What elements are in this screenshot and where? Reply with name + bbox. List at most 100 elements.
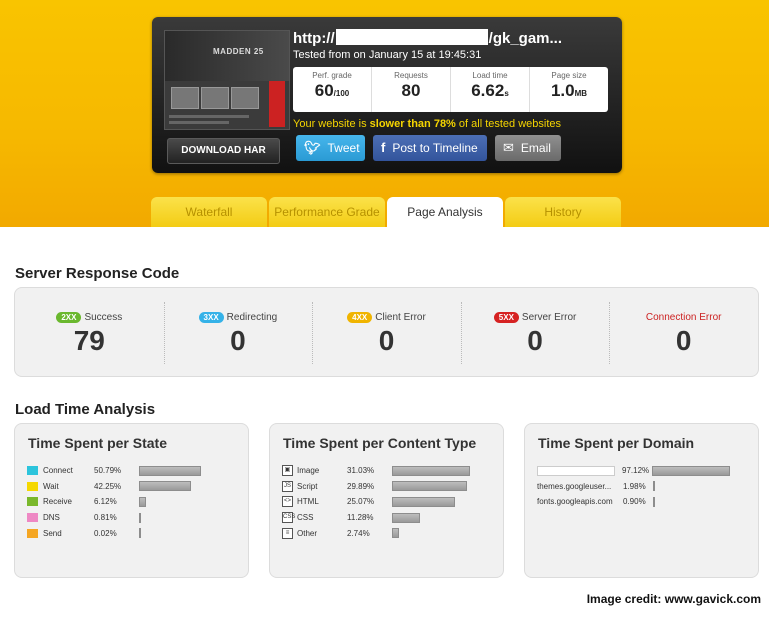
content-row: <> HTML 25.07% (282, 494, 495, 510)
content-percent: 31.03% (347, 466, 375, 476)
url-redaction (335, 29, 488, 45)
state-bar (139, 465, 202, 476)
post-to-timeline-button[interactable]: f Post to Timeline (373, 135, 487, 161)
code-success: 2XX Success 79 (15, 288, 164, 376)
image-credit: Image credit: www.gavick.com (586, 592, 761, 606)
state-name: Receive (43, 497, 72, 507)
state-swatch (27, 528, 38, 538)
tested-url: http:///gk_gam... (293, 29, 563, 47)
facebook-icon: f (381, 140, 386, 155)
test-result-box: MADDEN 25 DOWNLOAD HAR http:///gk_gam...… (152, 17, 622, 173)
email-button[interactable]: ✉ Email (495, 135, 561, 161)
content-name: HTML (297, 497, 319, 507)
time-per-domain-rows: 97.12% themes.googleuser... 1.98% fonts.goo… (537, 463, 750, 510)
state-bar (139, 528, 141, 539)
html-icon: <> (282, 496, 293, 508)
server-response-title: Server Response Code (15, 265, 180, 282)
domain-row: themes.googleuser... 1.98% (537, 479, 750, 495)
state-row: Send 0.02% (27, 525, 240, 541)
state-percent: 0.02% (94, 528, 117, 538)
content-name: CSS (297, 513, 314, 523)
state-row: Connect 50.79% (27, 463, 240, 479)
content-percent: 11.28% (347, 513, 374, 523)
content-row: CSS CSS 11.28% (282, 510, 495, 526)
domain-name: themes.googleuser... (537, 481, 612, 491)
report-header: MADDEN 25 DOWNLOAD HAR http:///gk_gam...… (0, 0, 769, 227)
time-per-content-panel: Time Spent per Content Type ▣ Image 31.03%… (269, 423, 504, 578)
code-client-error: 4XX Client Error 0 (312, 288, 461, 376)
state-name: DNS (43, 513, 60, 523)
domain-percent: 0.90% (623, 497, 646, 507)
domain-bar (652, 465, 730, 476)
content-bar (392, 528, 399, 539)
domain-percent: 1.98% (623, 481, 646, 491)
state-bar (139, 512, 141, 523)
email-icon: ✉ (503, 140, 514, 155)
content-name: Script (297, 481, 318, 491)
state-percent: 42.25% (94, 481, 122, 491)
metric-load-time: Load time 6.62s (451, 67, 530, 112)
tested-info: Tested from on January 15 at 19:45:31 (293, 49, 482, 61)
time-per-domain-title: Time Spent per Domain (538, 435, 695, 451)
domain-name: fonts.googleapis.com (537, 497, 613, 507)
state-name: Send (43, 528, 62, 538)
time-per-domain-panel: Time Spent per Domain 97.12% themes.googl… (524, 423, 759, 578)
state-row: DNS 0.81% (27, 510, 240, 526)
server-response-panel: 2XX Success 79 3XX Redirecting 0 4XX Client… (14, 287, 759, 377)
time-per-state-rows: Connect 50.79% Wait 42.25% Receive 6.12% DNS 0.… (27, 463, 240, 541)
tab-page-analysis[interactable]: Page Analysis (387, 197, 503, 227)
load-time-title: Load Time Analysis (15, 401, 156, 418)
state-bar (139, 496, 147, 507)
content-row: ▣ Image 31.03% (282, 463, 495, 479)
domain-bar (653, 481, 655, 492)
tab-performance-grade[interactable]: Performance Grade (269, 197, 385, 227)
domain-redaction (537, 465, 615, 476)
time-per-state-title: Time Spent per State (28, 435, 168, 451)
state-name: Connect (43, 466, 73, 476)
state-percent: 6.12% (94, 497, 117, 507)
content-row: ≡ Other 2.74% (282, 525, 495, 541)
state-swatch (27, 497, 38, 507)
css-icon: CSS (282, 512, 295, 524)
content-bar (392, 512, 421, 523)
status-badge: 5XX (493, 312, 519, 323)
domain-row: 97.12% (537, 463, 750, 479)
content-name: Other (297, 528, 318, 538)
metrics-summary: Perf. grade 60/100 Requests 80 Load time… (293, 67, 608, 112)
tab-waterfall[interactable]: Waterfall (151, 197, 267, 227)
code-server-error: 5XX Server Error 0 (460, 288, 610, 376)
time-per-state-panel: Time Spent per State Connect 50.79% Wait 42… (14, 423, 249, 578)
state-percent: 50.79% (94, 466, 122, 476)
status-badge: 4XX (347, 312, 373, 323)
content-percent: 25.07% (347, 497, 375, 507)
script-icon: JS (282, 480, 293, 492)
state-swatch (27, 466, 38, 476)
other-icon: ≡ (282, 527, 293, 539)
metric-page-size: Page size 1.0MB (550, 71, 588, 100)
download-har-button[interactable]: DOWNLOAD HAR (167, 138, 280, 164)
metric-requests: Requests 80 (372, 67, 451, 112)
state-row: Receive 6.12% (27, 494, 240, 510)
code-connection-error: Connection Error 0 (609, 288, 758, 376)
code-redirecting: 3XX Redirecting 0 (163, 288, 313, 376)
time-per-content-title: Time Spent per Content Type (283, 435, 477, 451)
tweet-button[interactable]: 🐦︎ Tweet (296, 135, 365, 161)
content-bar (392, 496, 455, 507)
status-badge: 2XX (56, 312, 82, 323)
state-percent: 0.81% (94, 513, 117, 523)
thumbnail-title: MADDEN 25 (213, 47, 264, 56)
twitter-icon: 🐦︎ (304, 140, 321, 155)
tab-history[interactable]: History (505, 197, 621, 227)
domain-row: fonts.googleapis.com 0.90% (537, 494, 750, 510)
domain-percent: 97.12% (622, 466, 650, 476)
state-row: Wait 42.25% (27, 479, 240, 495)
content-name: Image (297, 466, 320, 476)
content-percent: 29.89% (347, 481, 375, 491)
metric-perf-grade: Perf. grade 60/100 (293, 67, 372, 112)
image-icon: ▣ (282, 465, 293, 477)
state-swatch (27, 481, 38, 491)
time-per-content-rows: ▣ Image 31.03% JS Script 29.89% <> HTML 25.07% CS… (282, 463, 495, 541)
state-name: Wait (43, 481, 59, 491)
comparison-text: Your website is slower than 78% of all t… (293, 118, 562, 130)
content-bar (392, 465, 470, 476)
